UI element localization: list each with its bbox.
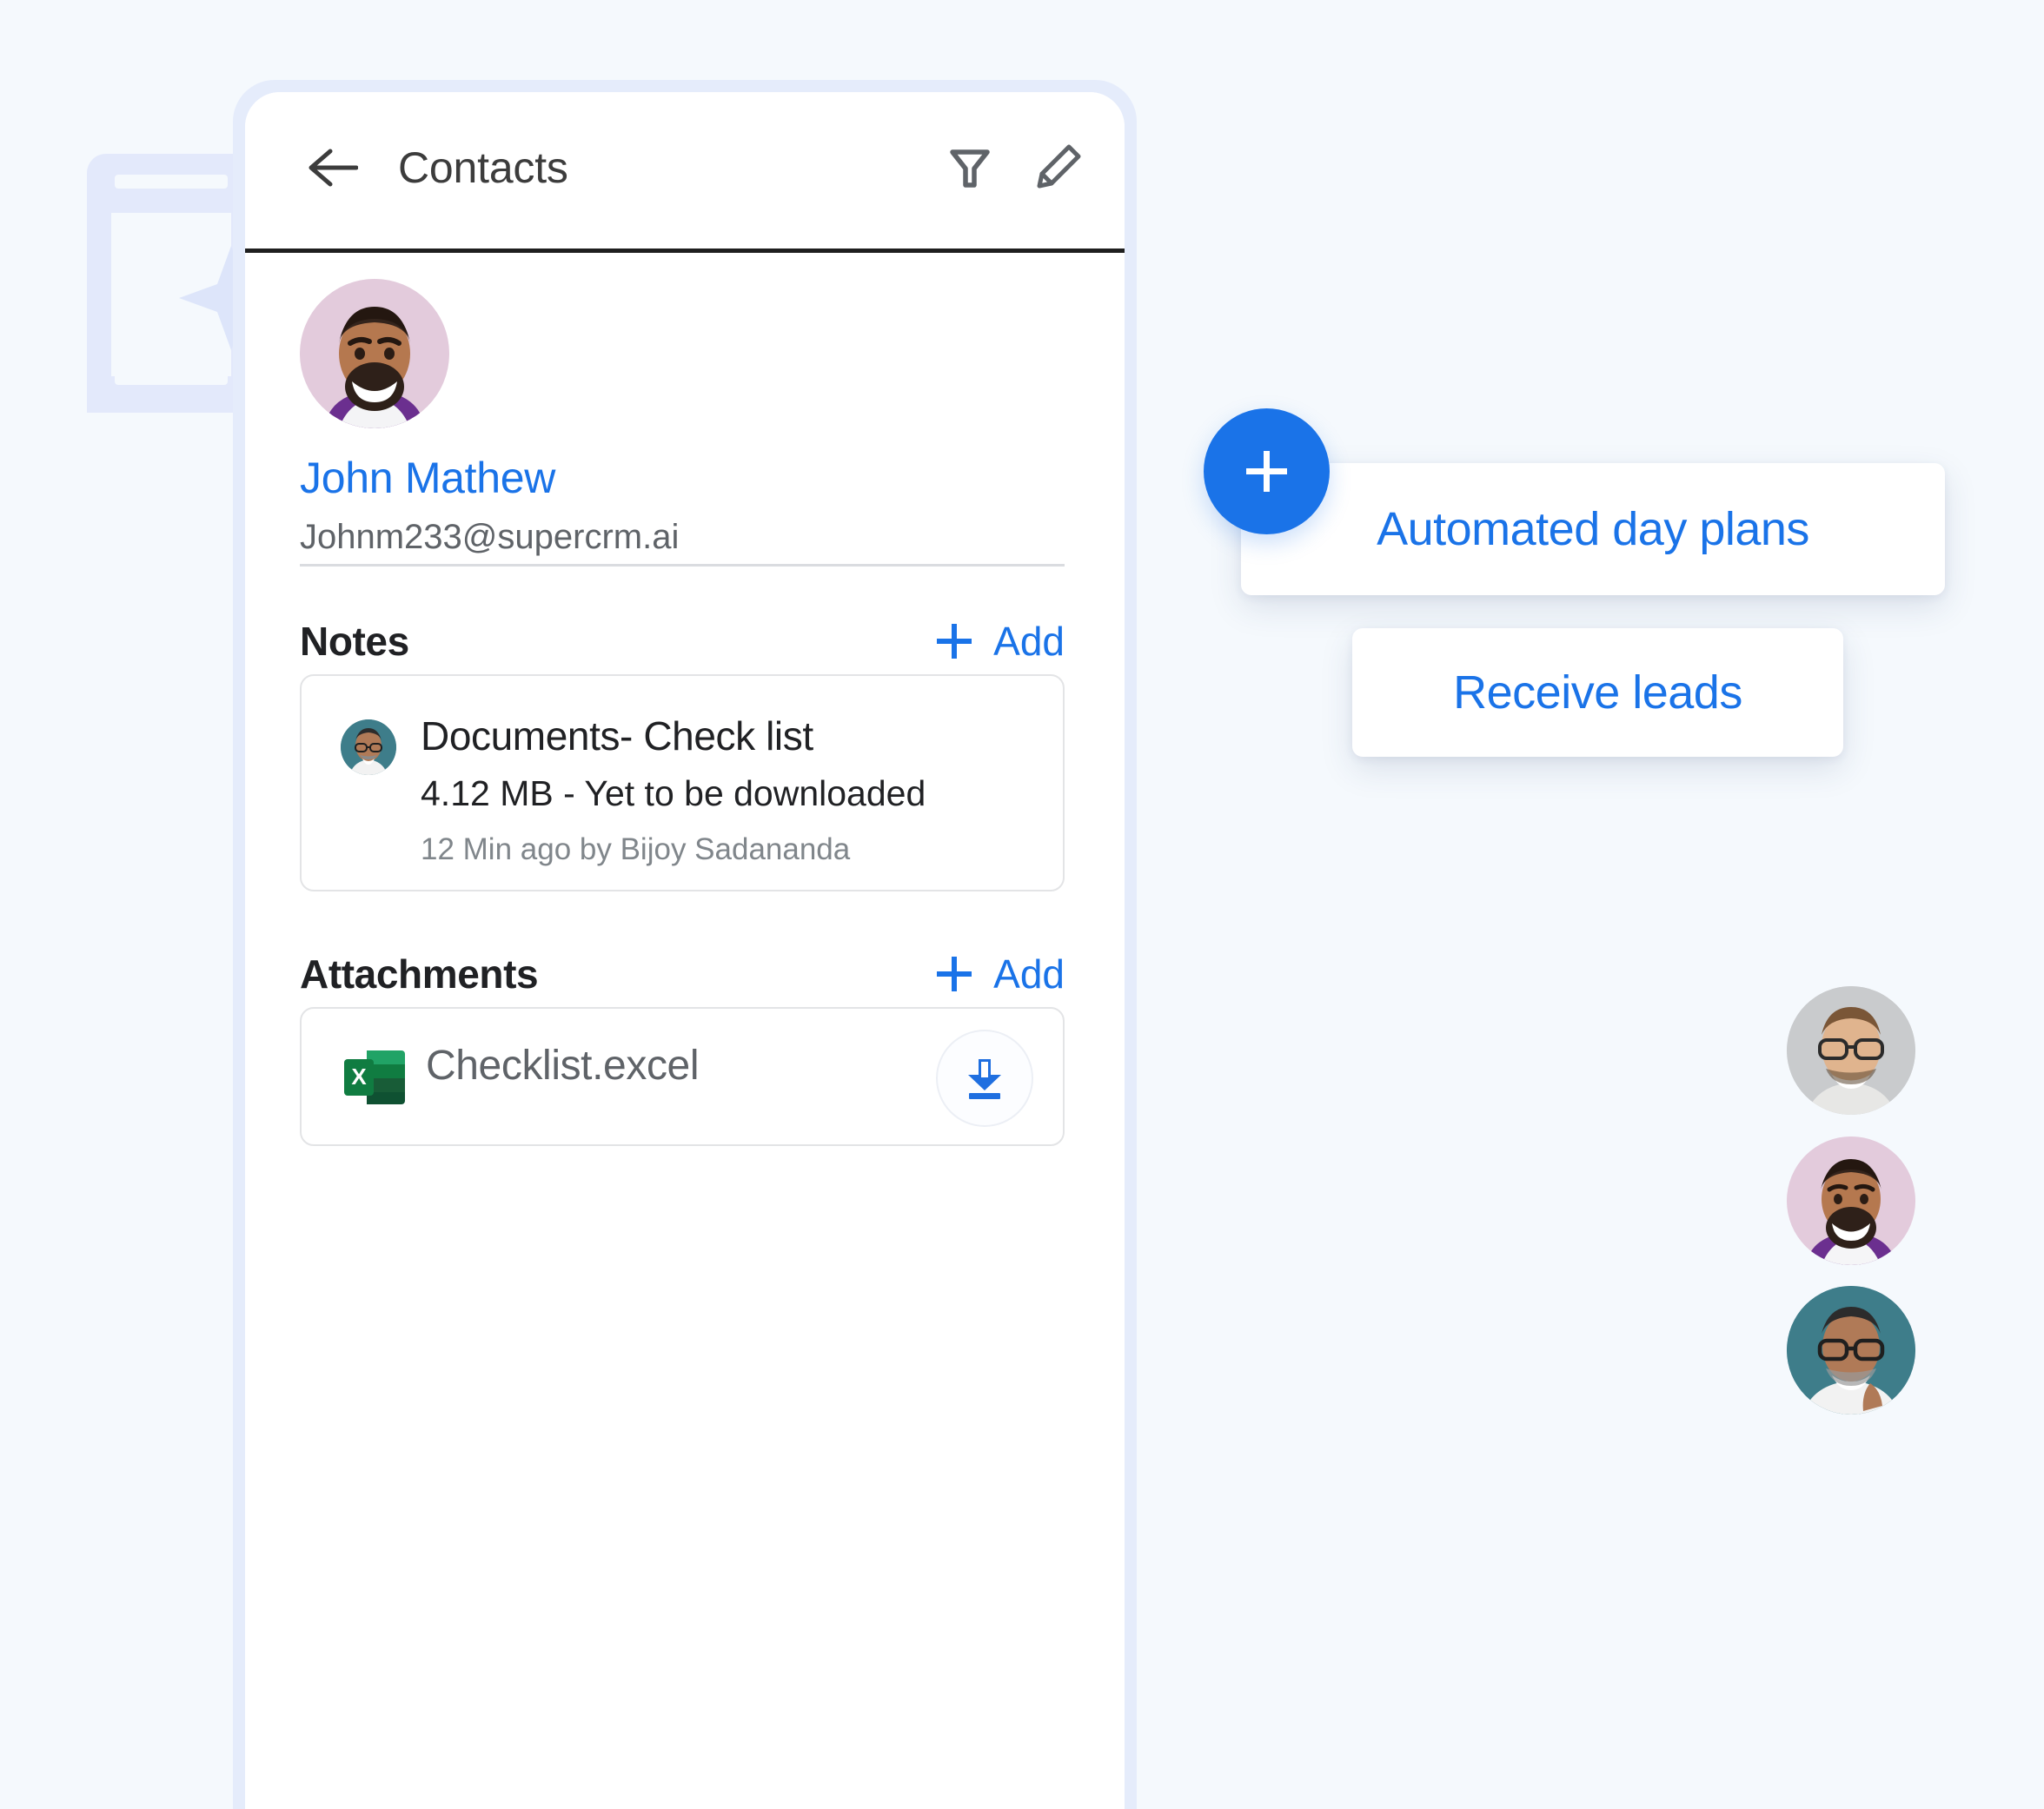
pencil-edit-icon[interactable] <box>1034 142 1083 191</box>
plus-icon <box>1246 451 1287 492</box>
filter-funnel-icon[interactable] <box>946 142 994 191</box>
plus-icon <box>937 624 972 659</box>
download-button[interactable] <box>938 1031 1032 1125</box>
add-fab-button[interactable] <box>1204 408 1330 534</box>
action-card-automated-day-plans[interactable]: Automated day plans <box>1241 463 1945 595</box>
avatar-pink-bg[interactable] <box>1787 1136 1915 1265</box>
attachments-add-button[interactable]: Add <box>934 951 1065 997</box>
plus-icon <box>937 957 972 991</box>
note-subtitle: 4.12 MB - Yet to be downloaded <box>421 773 926 813</box>
arrow-left-icon[interactable] <box>308 149 358 187</box>
action-card-label: Automated day plans <box>1377 503 1809 555</box>
contact-name[interactable]: John Mathew <box>300 453 555 503</box>
app-bar-actions <box>946 142 1083 191</box>
notes-title: Notes <box>300 619 409 664</box>
attachments-title: Attachments <box>300 951 539 997</box>
avatar-glasses-grey[interactable] <box>1787 986 1915 1115</box>
avatar-teal-bg[interactable] <box>1787 1286 1915 1415</box>
notes-add-label: Add <box>993 619 1065 664</box>
download-icon <box>968 1059 1001 1099</box>
page-title: Contacts <box>398 143 568 192</box>
action-card-receive-leads[interactable]: Receive leads <box>1352 628 1843 757</box>
contact-email: Johnm233@supercrm.ai <box>300 518 680 556</box>
notes-add-button[interactable]: Add <box>934 618 1065 665</box>
phone-screen: Contacts John Mathew Johnm233@supercrm.a… <box>245 92 1125 1809</box>
note-item-card[interactable]: Documents- Check list 4.12 MB - Yet to b… <box>300 674 1065 891</box>
app-bar-divider <box>245 248 1125 253</box>
attachments-add-label: Add <box>993 951 1065 997</box>
avatar <box>300 279 449 428</box>
note-author-avatar <box>341 719 396 775</box>
attachment-file-name: Checklist.excel <box>426 1043 700 1089</box>
notes-section-header: Notes Add <box>300 618 1065 665</box>
attachments-section-header: Attachments Add <box>300 951 1065 997</box>
svg-text:X: X <box>351 1064 367 1090</box>
action-card-label: Receive leads <box>1453 666 1742 719</box>
profile-divider <box>300 564 1065 567</box>
note-title: Documents- Check list <box>421 713 813 759</box>
excel-file-icon: X <box>344 1050 405 1104</box>
note-meta: 12 Min ago by Bijoy Sadananda <box>421 832 851 866</box>
contact-avatar-image <box>300 279 449 428</box>
app-bar: Contacts <box>245 92 1125 240</box>
attachment-item-card[interactable]: X Checklist.excel <box>300 1007 1065 1146</box>
